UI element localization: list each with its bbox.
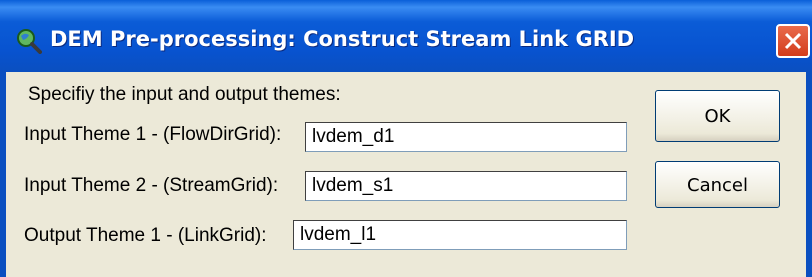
output-theme-1-field[interactable] — [293, 220, 627, 250]
title-bar[interactable]: DEM Pre-processing: Construct Stream Lin… — [0, 0, 812, 72]
output-theme-1-label: Output Theme 1 - (LinkGrid): — [24, 225, 267, 246]
close-button[interactable] — [776, 24, 810, 58]
input-theme-2-field[interactable] — [305, 171, 627, 201]
window-title: DEM Pre-processing: Construct Stream Lin… — [50, 27, 635, 51]
input-theme-1-field[interactable] — [305, 122, 627, 152]
input-theme-1-label: Input Theme 1 - (FlowDirGrid): — [24, 124, 282, 145]
input-theme-2-label: Input Theme 2 - (StreamGrid): — [24, 175, 279, 196]
instructions-text: Specifiy the input and output themes: — [28, 84, 341, 105]
cancel-button[interactable]: Cancel — [655, 161, 780, 208]
close-icon — [784, 32, 802, 50]
window-frame-right — [806, 72, 812, 277]
search-globe-icon — [16, 28, 42, 54]
ok-button[interactable]: OK — [655, 90, 780, 142]
window-frame-left — [0, 72, 6, 277]
